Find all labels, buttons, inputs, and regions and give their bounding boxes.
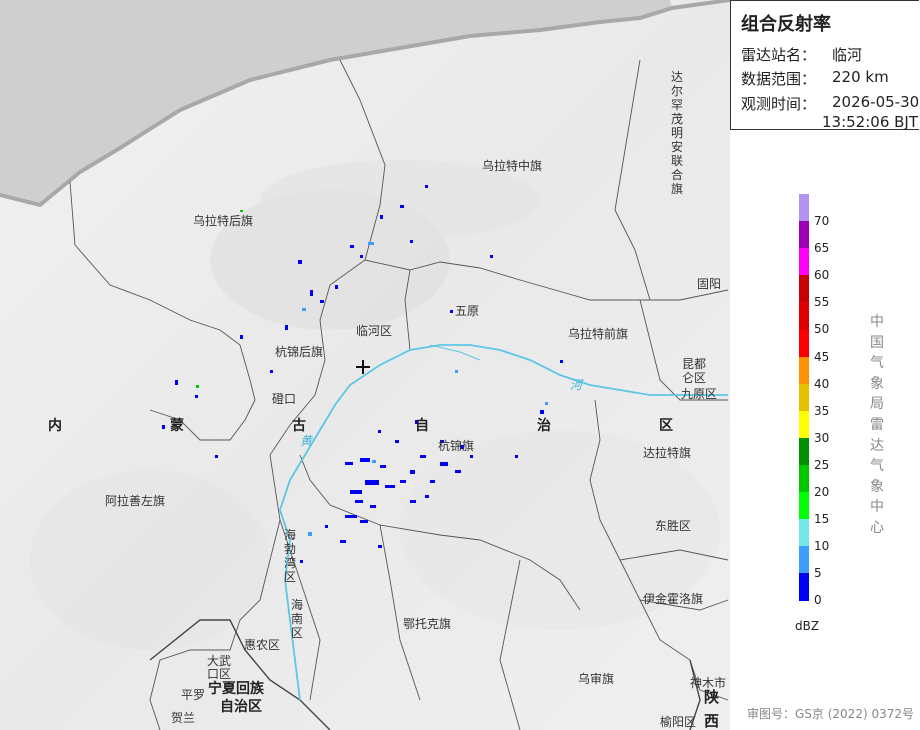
credit-char: 中 <box>870 499 884 516</box>
product-title: 组合反射率 <box>741 14 831 35</box>
legend-swatch <box>799 519 809 547</box>
legend-swatch <box>799 437 809 466</box>
legend-label: 5 <box>814 566 822 581</box>
credit-char: 中 <box>870 314 884 330</box>
credit-char: 国 <box>870 334 884 351</box>
region-shaanxi-char2: 西 <box>704 712 720 730</box>
label-jiuyuanqu: 九原区 <box>681 387 718 401</box>
legend-label: 60 <box>814 268 830 283</box>
legend-label: 10 <box>814 539 830 554</box>
region-char-qu: 区 <box>659 418 673 434</box>
region-ningxia-line2: 自治区 <box>220 699 262 715</box>
credit-char: 象 <box>870 375 884 392</box>
credit-char: 象 <box>870 478 884 495</box>
legend-swatch <box>799 546 809 574</box>
legend-swatch <box>799 465 809 493</box>
radar-station-marker[interactable] <box>356 360 370 374</box>
label-huinongqu: 惠农区 <box>244 638 281 652</box>
label-dalateqi: 达拉特旗 <box>643 446 692 460</box>
label-alashanzuoqi: 阿拉善左旗 <box>105 494 166 508</box>
range-value: 220 km <box>832 68 889 86</box>
credit-char: 气 <box>870 355 884 372</box>
legend-label: 0 <box>814 593 822 608</box>
legend-label: 65 <box>814 241 830 256</box>
label-wulatehouqi: 乌拉特后旗 <box>193 214 254 228</box>
label-dongshengqu: 东胜区 <box>655 519 692 533</box>
map-review-number: 审图号：GS京 (2022) 0372号 <box>747 707 914 721</box>
legend-label: 55 <box>814 295 830 310</box>
legend-swatch <box>799 194 809 222</box>
legend-swatch <box>799 410 809 439</box>
legend-swatch <box>799 221 809 249</box>
label-yulinqu: 榆阳区 <box>660 715 697 729</box>
product-info-box: 组合反射率 雷达站名： 临河 数据范围： 220 km 观测时间： 2026-0… <box>730 0 919 131</box>
region-char-nei: 内 <box>48 418 62 434</box>
river-label-he: 河 <box>570 378 583 392</box>
label-wuyuan: 五原 <box>455 304 480 318</box>
credit-char: 达 <box>870 437 884 454</box>
range-label: 数据范围： <box>741 70 817 88</box>
label-linhequ: 临河区 <box>356 324 393 338</box>
region-ningxia-line1: 宁夏回族 <box>208 681 264 697</box>
label-yijinhuoluoqi: 伊金霍洛旗 <box>643 592 704 606</box>
legend-label: 40 <box>814 376 830 391</box>
label-guyang: 固阳 <box>697 277 722 291</box>
label-darhan: 达尔罕茂明安联合旗 <box>670 70 683 196</box>
region-char-meng: 蒙 <box>170 418 184 434</box>
legend-swatch <box>799 302 809 330</box>
legend-label: 20 <box>814 485 830 499</box>
legend-label: 70 <box>814 214 830 228</box>
label-hainanqu: 海南区 <box>290 598 303 640</box>
radar-product-view: 乌拉特中旗 乌拉特后旗 临河区 五原 乌拉特前旗 杭锦后旗 固阳 昆都仑区 九原… <box>0 0 920 730</box>
legend-swatch <box>799 248 809 276</box>
range-row: 数据范围： 220 km <box>741 68 889 89</box>
legend-swatch <box>799 383 809 412</box>
credit-vertical-text: 中国气象局雷达气象中心 <box>868 312 886 539</box>
label-etuokeqi: 鄂托克旗 <box>403 617 452 631</box>
region-shaanxi-char1: 陕 <box>704 688 720 706</box>
label-wushenqi: 乌审旗 <box>578 672 615 686</box>
legend-unit: dBZ <box>795 619 820 633</box>
credit-char: 雷 <box>870 416 884 433</box>
radar-map[interactable]: 乌拉特中旗 乌拉特后旗 临河区 五原 乌拉特前旗 杭锦后旗 固阳 昆都仑区 九原… <box>0 0 730 730</box>
label-helan: 贺兰 <box>171 711 196 725</box>
station-row: 雷达站名： 临河 <box>741 44 862 65</box>
credit-char: 气 <box>870 458 884 475</box>
time-date: 2026-05-30 <box>832 93 920 111</box>
legend-swatch <box>799 573 809 601</box>
label-dengkou: 磴口 <box>272 392 297 406</box>
legend-label: 35 <box>814 403 830 418</box>
label-pingluo: 平罗 <box>181 688 206 702</box>
info-panel: 组合反射率 雷达站名： 临河 数据范围： 220 km 观测时间： 2026-0… <box>730 0 920 730</box>
label-haibowanqu: 海勃湾区 <box>283 528 296 584</box>
label-hangjinhouqi: 杭锦后旗 <box>275 345 324 359</box>
river-label-huang: 黄 <box>300 434 313 448</box>
time-label: 观测时间： <box>741 95 817 113</box>
legend-label: 50 <box>814 322 830 337</box>
legend-swatch <box>799 329 809 358</box>
legend-label: 30 <box>814 430 830 445</box>
legend-swatch <box>799 275 809 303</box>
region-char-zi: 自 <box>415 418 429 434</box>
legend-label: 15 <box>814 512 830 527</box>
station-value: 临河 <box>832 46 863 64</box>
legend-label: 45 <box>814 349 830 364</box>
label-kunduqu: 昆都仑区 <box>682 357 707 385</box>
legend-label: 25 <box>814 457 830 472</box>
credit-char: 心 <box>870 519 884 536</box>
label-wulatezhongqi: 乌拉特中旗 <box>482 159 543 173</box>
station-label: 雷达站名： <box>741 46 817 64</box>
credit-char: 局 <box>870 396 884 413</box>
legend-swatch <box>799 492 809 520</box>
legend-swatch <box>799 356 809 385</box>
time-row: 观测时间： 2026-05-30 <box>741 93 919 114</box>
label-wulateqianqi: 乌拉特前旗 <box>568 327 629 341</box>
label-hangjinqi: 杭锦旗 <box>438 439 475 453</box>
time-clock: 13:52:06 BJT <box>822 113 919 131</box>
region-char-zhi: 治 <box>537 418 551 434</box>
